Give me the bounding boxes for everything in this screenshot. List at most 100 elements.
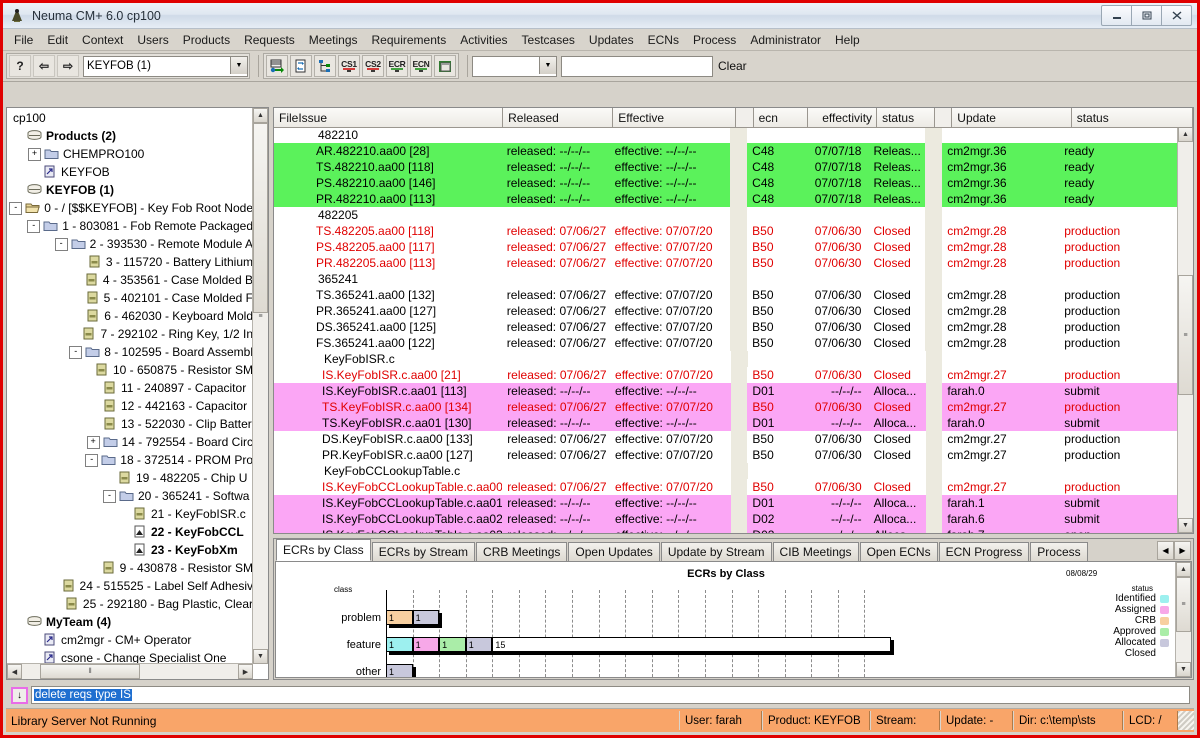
table-row[interactable]: TS.482205.aa00 [118]released: 07/06/27ef… — [274, 223, 1178, 239]
resize-grip[interactable] — [1178, 711, 1194, 730]
collapse-icon[interactable]: - — [69, 346, 82, 359]
menu-item-process[interactable]: Process — [686, 31, 743, 49]
tree-node[interactable]: 5 - 402101 - Case Molded F — [9, 289, 253, 307]
tree-node[interactable]: 6 - 462030 - Keyboard Mold — [9, 307, 253, 325]
table-row[interactable]: IS.KeyFobCCLookupTable.c.aa01...released… — [274, 495, 1178, 511]
close-button[interactable] — [1161, 5, 1192, 26]
tree-node[interactable]: 11 - 240897 - Capacitor — [9, 379, 253, 397]
table-column-header-status1[interactable]: status — [877, 108, 935, 127]
tree-scroll-thumb[interactable] — [253, 123, 268, 313]
menu-item-requests[interactable]: Requests — [237, 31, 302, 49]
menu-item-edit[interactable]: Edit — [40, 31, 75, 49]
tree-node[interactable]: 3 - 115720 - Battery Lithium — [9, 253, 253, 271]
tree-node[interactable]: 22 - KeyFobCCL — [9, 523, 253, 541]
table-row[interactable]: IS.KeyFobCCLookupTable.c.aa03released: -… — [274, 527, 1178, 533]
table-row[interactable]: IS.KeyFobISR.c.aa00 [21]released: 07/06/… — [274, 367, 1178, 383]
chart-vertical-scrollbar[interactable]: ▲ ≡ ▼ — [1175, 562, 1191, 677]
menu-item-help[interactable]: Help — [828, 31, 867, 49]
table-scroll-up-button[interactable]: ▲ — [1178, 127, 1193, 142]
tree-node[interactable]: 19 - 482205 - Chip U — [9, 469, 253, 487]
command-input[interactable]: delete reqs type IS — [31, 686, 1190, 704]
table-row[interactable]: PR.482205.aa00 [113]released: 07/06/27ef… — [274, 255, 1178, 271]
tree-node[interactable]: 24 - 515525 - Label Self Adhesiv — [9, 577, 253, 595]
window-icon[interactable] — [434, 55, 456, 77]
table-row[interactable]: AR.482210.aa00 [28]released: --/--/--eff… — [274, 143, 1178, 159]
table-row[interactable]: IS.KeyFobCCLookupTable.c.aa00...released… — [274, 479, 1178, 495]
minimize-button[interactable] — [1101, 5, 1132, 26]
table-row[interactable]: 365241 — [274, 271, 1178, 287]
table-column-header-update[interactable]: Update — [952, 108, 1071, 127]
menu-item-testcases[interactable]: Testcases — [515, 31, 582, 49]
menu-item-file[interactable]: File — [7, 31, 40, 49]
maximize-button[interactable] — [1131, 5, 1162, 26]
menu-item-activities[interactable]: Activities — [453, 31, 514, 49]
tab-nav-right[interactable]: ▶ — [1174, 541, 1191, 560]
table-row[interactable]: KeyFobISR.c — [274, 351, 1178, 367]
tree-node[interactable]: +CHEMPRO100 — [9, 145, 253, 163]
collapse-icon[interactable]: - — [85, 454, 98, 467]
tree-node[interactable]: cm2mgr - CM+ Operator — [9, 631, 253, 649]
tree-scroll-right-button[interactable]: ▶ — [238, 664, 253, 679]
table-row[interactable]: PR.365241.aa00 [127]released: 07/06/27ef… — [274, 303, 1178, 319]
menu-item-requirements[interactable]: Requirements — [365, 31, 454, 49]
table-column-header-gap1[interactable] — [736, 108, 753, 127]
table-row[interactable]: DS.KeyFobISR.c.aa00 [133]released: 07/06… — [274, 431, 1178, 447]
table-row[interactable]: PR.482210.aa00 [113]released: --/--/--ef… — [274, 191, 1178, 207]
tree-vertical-scrollbar[interactable]: ▲ ≡ ▼ — [252, 108, 268, 664]
chart-scroll-thumb[interactable]: ≡ — [1176, 577, 1191, 632]
filter-input[interactable] — [561, 56, 713, 77]
collapse-icon[interactable]: - — [9, 202, 22, 215]
tree-node[interactable]: 4 - 353561 - Case Molded B — [9, 271, 253, 289]
table-row[interactable]: PS.482205.aa00 [117]released: 07/06/27ef… — [274, 239, 1178, 255]
table-vertical-scrollbar[interactable]: ▲ ≡ ▼ — [1177, 127, 1193, 533]
tree-node[interactable]: -2 - 393530 - Remote Module A — [9, 235, 253, 253]
table-row[interactable]: PS.482210.aa00 [146]released: --/--/--ef… — [274, 175, 1178, 191]
tree-node[interactable]: 12 - 442163 - Capacitor — [9, 397, 253, 415]
table-row[interactable]: FS.365241.aa00 [122]released: 07/06/27ef… — [274, 335, 1178, 351]
cs2-button[interactable]: CS2 — [362, 55, 384, 77]
table-scroll-down-button[interactable]: ▼ — [1178, 518, 1193, 533]
tab-process[interactable]: Process — [1030, 542, 1087, 561]
back-button[interactable]: ⇦ — [33, 55, 55, 77]
tree-node[interactable]: -8 - 102595 - Board Assembl — [9, 343, 253, 361]
tree-node[interactable]: -0 - / [$$KEYFOB] - Key Fob Root Node — [9, 199, 253, 217]
table-column-header-effectivity[interactable]: effectivity — [808, 108, 877, 127]
tab-ecn-progress[interactable]: ECN Progress — [939, 542, 1030, 561]
tree-node[interactable]: 13 - 522030 - Clip Batter — [9, 415, 253, 433]
menu-item-administrator[interactable]: Administrator — [743, 31, 828, 49]
tree-node[interactable]: csone - Change Specialist One — [9, 649, 253, 664]
tab-crb-meetings[interactable]: CRB Meetings — [476, 542, 567, 561]
tree-node[interactable]: 9 - 430878 - Resistor SM — [9, 559, 253, 577]
chart-scroll-up-button[interactable]: ▲ — [1176, 562, 1191, 577]
tree-node[interactable]: 25 - 292180 - Bag Plastic, Clear — [9, 595, 253, 613]
ecr-button[interactable]: ECR — [386, 55, 408, 77]
filter-combo[interactable]: ▼ — [472, 56, 557, 77]
tree-node[interactable]: Products (2) — [9, 127, 253, 145]
table-row[interactable]: 482205 — [274, 207, 1178, 223]
cs1-button[interactable]: CS1 — [338, 55, 360, 77]
tab-open-ecns[interactable]: Open ECNs — [860, 542, 938, 561]
tree-hscroll-thumb[interactable]: ⦀ — [40, 664, 140, 679]
table-column-header-ecn[interactable]: ecn — [754, 108, 808, 127]
tree-node[interactable]: -20 - 365241 - Softwa — [9, 487, 253, 505]
menu-item-meetings[interactable]: Meetings — [302, 31, 365, 49]
tree-scroll-grip[interactable]: ≡ — [253, 308, 268, 324]
table-row[interactable]: PR.KeyFobISR.c.aa00 [127]released: 07/06… — [274, 447, 1178, 463]
ecn-button[interactable]: ECN — [410, 55, 432, 77]
command-submit-button[interactable]: ↓ — [11, 687, 28, 704]
tab-cib-meetings[interactable]: CIB Meetings — [773, 542, 859, 561]
table-column-header-fileissue[interactable]: FileIssue — [274, 108, 503, 127]
menu-item-products[interactable]: Products — [176, 31, 237, 49]
tree-horizontal-scrollbar[interactable]: ◀ ⦀ ▶ — [7, 663, 253, 679]
refresh-icon[interactable] — [290, 55, 312, 77]
table-column-header-released[interactable]: Released — [503, 108, 613, 127]
table-column-header-gap2[interactable] — [935, 108, 952, 127]
table-rows[interactable]: 482210AR.482210.aa00 [28]released: --/--… — [274, 127, 1178, 533]
hierarchy-icon[interactable] — [314, 55, 336, 77]
tree-node[interactable]: -1 - 803081 - Fob Remote Packaged — [9, 217, 253, 235]
forward-button[interactable]: ⇨ — [57, 55, 79, 77]
table-row[interactable]: TS.KeyFobISR.c.aa00 [134]released: 07/06… — [274, 399, 1178, 415]
help-button[interactable]: ? — [9, 55, 31, 77]
table-scroll-thumb[interactable]: ≡ — [1178, 275, 1193, 395]
chevron-down-icon[interactable]: ▼ — [230, 57, 247, 74]
